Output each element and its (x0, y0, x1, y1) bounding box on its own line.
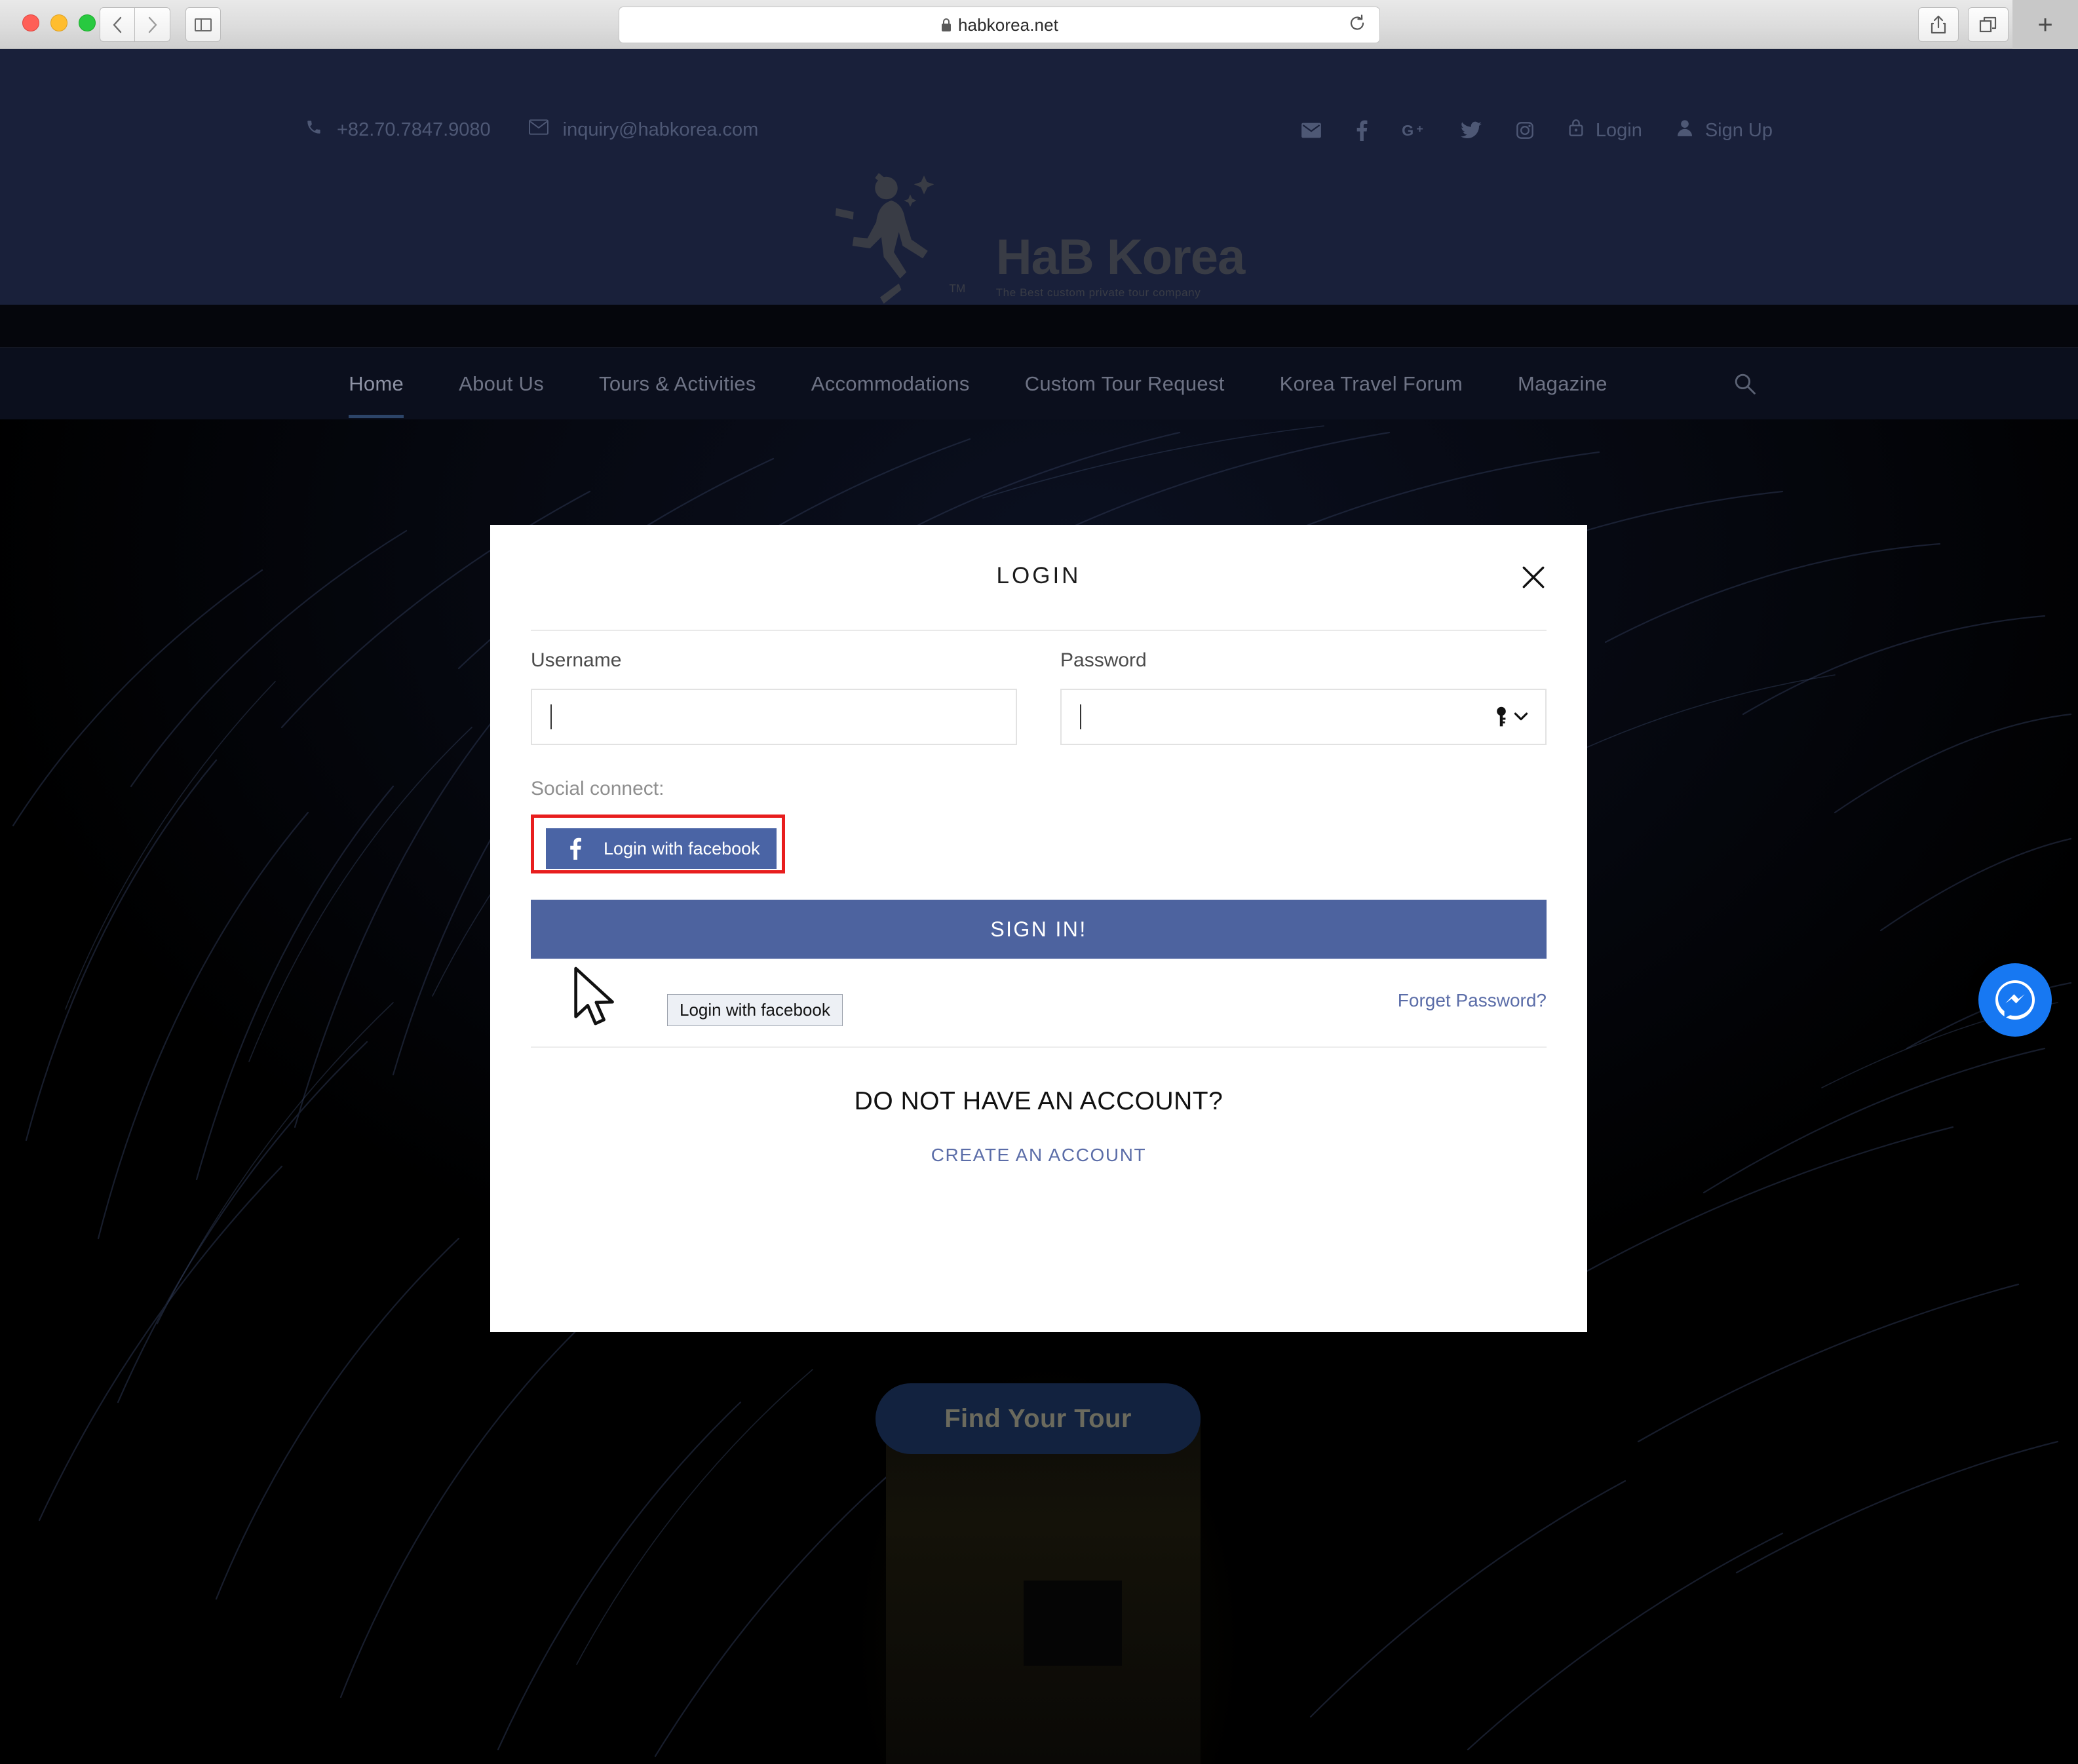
back-button[interactable] (100, 7, 135, 42)
header-social-and-auth: G + Login Sign Up (1301, 119, 1773, 142)
social-connect-label: Social connect: (531, 778, 664, 799)
chevron-down-icon (1514, 712, 1528, 721)
svg-text:G: G (1402, 122, 1414, 139)
lock-icon (940, 17, 952, 33)
modal-divider (531, 630, 1547, 631)
nav-item-about-us[interactable]: About Us (431, 372, 571, 396)
password-input[interactable] (1060, 689, 1547, 745)
login-with-facebook-button[interactable]: Login with facebook (546, 828, 777, 869)
web-page: +82.70.7847.9080 inquiry@habkorea.com G + (0, 49, 2078, 1764)
text-caret (1080, 704, 1081, 729)
phone-icon (305, 119, 322, 141)
facebook-button-tooltip: Login with facebook (667, 994, 843, 1026)
main-navigation: Home About Us Tours & Activities Accommodat… (0, 347, 2078, 419)
password-field-group: Password (1060, 649, 1547, 745)
runner-logo-icon: TM (835, 173, 965, 304)
forward-button[interactable] (135, 7, 170, 42)
email-contact[interactable]: inquiry@habkorea.com (528, 119, 759, 141)
username-label: Username (531, 649, 622, 671)
search-icon[interactable] (1733, 372, 1757, 396)
header-signup-label: Sign Up (1704, 119, 1773, 141)
header-signup-link[interactable]: Sign Up (1676, 119, 1773, 142)
facebook-button-highlight: Login with facebook (531, 815, 785, 873)
section-divider (531, 1046, 1547, 1048)
logo-tagline: The Best custom private tour company (995, 286, 1201, 299)
toolbar-right-tools (1918, 7, 2009, 42)
nav-item-korea-travel-forum[interactable]: Korea Travel Forum (1252, 372, 1490, 396)
close-icon[interactable] (1515, 559, 1552, 596)
url-text: habkorea.net (958, 14, 1058, 35)
window-traffic-lights (22, 14, 96, 31)
new-tab-button[interactable]: + (2012, 0, 2078, 49)
username-input[interactable] (531, 689, 1017, 745)
facebook-icon (566, 837, 585, 860)
lock-icon (1568, 119, 1584, 142)
email-address: inquiry@habkorea.com (562, 119, 759, 140)
envelope-icon (528, 119, 548, 141)
sign-in-button[interactable]: SIGN IN! (531, 900, 1547, 959)
browser-chrome: habkorea.net + (0, 0, 2078, 49)
sidebar-icon (195, 18, 212, 31)
no-account-heading: DO NOT HAVE AN ACCOUNT? (854, 1087, 1223, 1115)
svg-text:+: + (1416, 122, 1423, 135)
close-window-button[interactable] (22, 14, 39, 31)
nav-item-home[interactable]: Home (321, 372, 431, 418)
key-icon (1497, 706, 1506, 727)
reload-icon[interactable] (1348, 14, 1366, 36)
svg-text:TM: TM (949, 282, 965, 295)
text-caret (550, 704, 552, 729)
facebook-icon[interactable] (1356, 120, 1368, 141)
modal-header: LOGIN (490, 525, 1587, 630)
phone-contact[interactable]: +82.70.7847.9080 (305, 119, 491, 141)
credential-fields: Username Password (531, 649, 1547, 745)
messenger-icon[interactable] (1978, 963, 2052, 1037)
login-modal: LOGIN Username Password Social connect: … (490, 525, 1587, 1332)
logo-title: HaB Korea (995, 229, 1246, 285)
minimize-window-button[interactable] (50, 14, 67, 31)
mouse-cursor (574, 967, 614, 1026)
show-sidebar-button[interactable] (185, 7, 221, 42)
google-plus-icon[interactable]: G + (1402, 121, 1427, 140)
modal-title: LOGIN (996, 563, 1081, 588)
navigation-buttons (100, 7, 170, 42)
find-your-tour-button[interactable]: Find Your Tour (875, 1383, 1201, 1454)
maximize-window-button[interactable] (79, 14, 96, 31)
nav-item-accommodations[interactable]: Accommodations (784, 372, 997, 396)
password-autofill-button[interactable] (1493, 706, 1528, 728)
site-logo[interactable]: TM HaB Korea The Best custom private tou… (0, 170, 2078, 311)
tab-overview-button[interactable] (1968, 7, 2009, 42)
username-field-group: Username (531, 649, 1017, 745)
nav-item-magazine[interactable]: Magazine (1490, 372, 1635, 396)
instagram-icon[interactable] (1516, 121, 1534, 140)
header-login-label: Login (1595, 119, 1642, 141)
twitter-icon[interactable] (1460, 121, 1482, 140)
nav-item-custom-tour-request[interactable]: Custom Tour Request (997, 372, 1252, 396)
password-label: Password (1060, 649, 1147, 671)
site-header: +82.70.7847.9080 inquiry@habkorea.com G + (0, 49, 2078, 305)
create-account-link[interactable]: CREATE AN ACCOUNT (531, 1145, 1547, 1166)
modal-body: Username Password Social connect: Login … (531, 649, 1547, 1166)
envelope-icon[interactable] (1301, 122, 1322, 139)
share-button[interactable] (1918, 7, 1959, 42)
nav-item-tours-activities[interactable]: Tours & Activities (571, 372, 784, 396)
facebook-button-label: Login with facebook (604, 838, 760, 858)
phone-number: +82.70.7847.9080 (337, 119, 491, 140)
header-contact-info: +82.70.7847.9080 inquiry@habkorea.com (305, 119, 758, 141)
address-bar[interactable]: habkorea.net (619, 7, 1380, 43)
header-login-link[interactable]: Login (1568, 119, 1642, 142)
user-icon (1676, 119, 1693, 142)
